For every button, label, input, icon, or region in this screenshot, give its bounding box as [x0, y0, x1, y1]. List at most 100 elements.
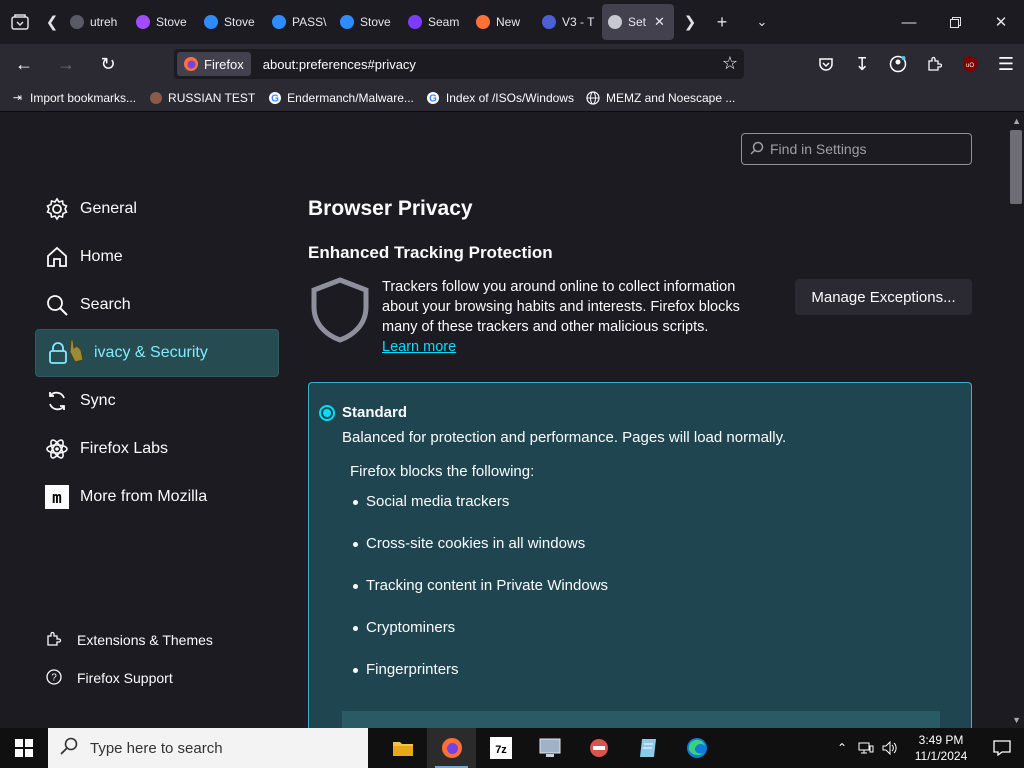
- google-icon: G: [267, 90, 282, 105]
- tab-favicon-icon: [476, 15, 490, 29]
- back-icon[interactable]: ←: [6, 48, 42, 80]
- url-text[interactable]: about:preferences#privacy: [263, 57, 416, 72]
- tab-favicon-icon: [542, 15, 556, 29]
- extensions-themes-link[interactable]: Extensions & Themes: [45, 621, 213, 659]
- volume-icon[interactable]: [878, 728, 902, 768]
- taskbar-search-box[interactable]: Type here to search: [48, 728, 368, 768]
- show-hidden-icons-icon[interactable]: ⌃: [830, 728, 854, 768]
- scroll-down-icon[interactable]: ▼: [1012, 715, 1021, 725]
- scroll-tabs-left-icon[interactable]: ❮: [40, 0, 64, 44]
- list-all-tabs-icon[interactable]: ⌄: [742, 0, 782, 44]
- taskbar-app-6[interactable]: [623, 728, 672, 768]
- ublock-origin-icon[interactable]: uO: [952, 48, 988, 80]
- standard-option-card[interactable]: Standard Balanced for protection and per…: [308, 382, 972, 728]
- bookmark-label: Endermanch/Malware...: [287, 90, 414, 105]
- tab-title: Stove: [224, 15, 255, 29]
- account-icon[interactable]: [880, 48, 916, 80]
- manage-exceptions-button[interactable]: Manage Exceptions...: [795, 279, 972, 315]
- tab-title: PASS\: [292, 15, 327, 29]
- tab-title: New: [496, 15, 521, 29]
- category-label: Firefox Labs: [80, 440, 169, 457]
- bookmark-endermanch[interactable]: G Endermanch/Malware...: [267, 90, 414, 105]
- downloads-icon[interactable]: ↧: [844, 48, 880, 80]
- standard-radio[interactable]: [319, 405, 335, 421]
- find-placeholder: Find in Settings: [770, 141, 867, 157]
- tab[interactable]: New: [470, 4, 532, 40]
- bookmark-star-icon[interactable]: ☆: [722, 53, 738, 74]
- tab-favicon-icon: [70, 15, 84, 29]
- tab-favicon-icon: [408, 15, 422, 29]
- bookmarks-toolbar: ⇥ Import bookmarks... RUSSIAN TEST G End…: [0, 84, 1024, 112]
- tab[interactable]: utreh: [64, 4, 126, 40]
- extensions-icon[interactable]: [916, 48, 952, 80]
- tab[interactable]: Stove: [334, 4, 398, 40]
- url-bar[interactable]: Firefox about:preferences#privacy ☆: [174, 49, 744, 79]
- new-tab-icon[interactable]: +: [702, 0, 742, 44]
- scroll-tabs-right-icon[interactable]: ❯: [678, 0, 702, 44]
- forward-icon[interactable]: →: [48, 48, 84, 80]
- help-icon: ?: [45, 668, 63, 689]
- restore-icon[interactable]: [932, 0, 978, 44]
- standard-details-box: [342, 711, 940, 728]
- category-search[interactable]: Search: [35, 281, 279, 329]
- sidebar-footer: Extensions & Themes ? Firefox Support: [45, 621, 213, 697]
- section-title: Enhanced Tracking Protection: [308, 243, 553, 262]
- identity-label: Firefox: [204, 56, 244, 72]
- taskbar-7zip[interactable]: 7z: [476, 728, 525, 768]
- clock[interactable]: 3:49 PM 11/1/2024: [902, 732, 980, 764]
- identity-box[interactable]: Firefox: [177, 52, 251, 76]
- category-firefox-labs[interactable]: Firefox Labs: [35, 425, 279, 473]
- blocked-items-list: Social media trackers Cross-site cookies…: [353, 493, 608, 703]
- tab-title: Set: [628, 15, 647, 29]
- tab[interactable]: PASS\: [266, 4, 330, 40]
- category-label: Sync: [80, 392, 116, 409]
- category-label: Search: [80, 296, 131, 313]
- scroll-thumb[interactable]: [1010, 130, 1022, 204]
- import-icon: ⇥: [12, 92, 23, 104]
- taskbar-file-explorer[interactable]: [378, 728, 427, 768]
- category-label: ivacy & Security: [94, 344, 208, 361]
- svg-text:7z: 7z: [495, 744, 507, 756]
- taskbar-app-4[interactable]: [525, 728, 574, 768]
- tab[interactable]: V3 - T: [536, 4, 598, 40]
- bookmark-memz[interactable]: MEMZ and Noescape ...: [586, 90, 735, 105]
- minimize-icon[interactable]: —: [886, 0, 932, 44]
- app-menu-icon[interactable]: ☰: [988, 48, 1024, 80]
- tab-favicon-icon: [204, 15, 218, 29]
- category-home[interactable]: Home: [35, 233, 279, 281]
- labs-icon: [45, 437, 69, 461]
- taskbar-edge[interactable]: [672, 728, 721, 768]
- tab-settings[interactable]: Set ✕: [602, 4, 674, 40]
- list-item: Social media trackers: [353, 493, 608, 535]
- firefox-support-link[interactable]: ? Firefox Support: [45, 659, 213, 697]
- bookmark-label: MEMZ and Noescape ...: [605, 90, 736, 105]
- bookmark-russian-test[interactable]: RUSSIAN TEST: [148, 90, 255, 105]
- cursor-overlay-icon: [67, 338, 87, 369]
- taskbar-app-5[interactable]: [574, 728, 623, 768]
- notifications-icon[interactable]: [980, 728, 1024, 768]
- tab[interactable]: Seam: [402, 4, 466, 40]
- pocket-icon[interactable]: [808, 48, 844, 80]
- taskbar-firefox[interactable]: [427, 728, 476, 768]
- reload-icon[interactable]: ↻: [90, 48, 126, 80]
- find-in-settings-input[interactable]: Find in Settings: [741, 133, 972, 165]
- bookmark-index-isos[interactable]: G Index of /ISOs/Windows: [426, 90, 574, 105]
- shield-icon: [308, 277, 372, 348]
- scrollbar[interactable]: ▲ ▼: [1008, 113, 1024, 728]
- tab-list-icon[interactable]: [0, 0, 40, 44]
- category-sync[interactable]: Sync: [35, 377, 279, 425]
- tab[interactable]: Stove: [198, 4, 262, 40]
- bookmark-import[interactable]: ⇥ Import bookmarks...: [10, 90, 136, 105]
- firefox-logo-icon: [184, 57, 198, 71]
- close-window-icon[interactable]: ✕: [978, 0, 1024, 44]
- tab-strip: ❮ utreh Stove Stove PASS\ Stove Seam New V3 - T…: [0, 0, 1024, 44]
- close-tab-icon[interactable]: ✕: [654, 14, 665, 30]
- category-general[interactable]: General: [35, 185, 279, 233]
- tab[interactable]: Stove: [130, 4, 194, 40]
- network-icon[interactable]: [854, 728, 878, 768]
- start-button[interactable]: [0, 728, 48, 768]
- category-more-from-mozilla[interactable]: m More from Mozilla: [35, 473, 279, 521]
- category-privacy-security[interactable]: ivacy & Security: [35, 329, 279, 377]
- scroll-up-icon[interactable]: ▲: [1012, 116, 1021, 126]
- learn-more-link[interactable]: Learn more: [382, 339, 456, 355]
